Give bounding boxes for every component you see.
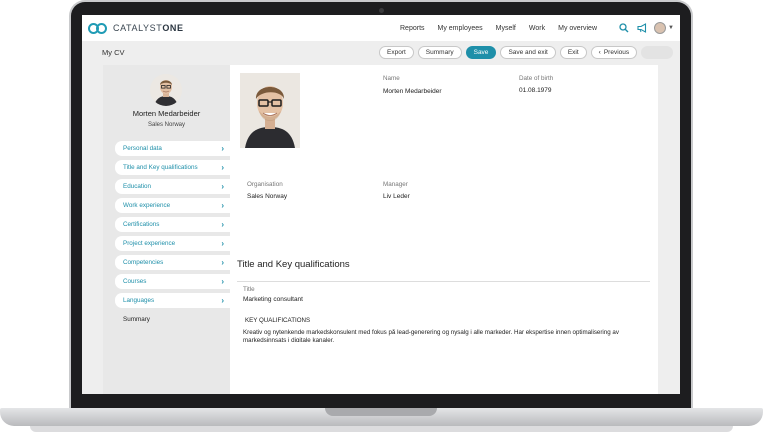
- nav-link-reports[interactable]: Reports: [400, 25, 425, 32]
- export-button[interactable]: Export: [379, 46, 414, 59]
- chevron-right-icon: ›: [221, 182, 224, 191]
- profile-name: Morten Medarbeider: [132, 109, 201, 118]
- chevron-down-icon[interactable]: ▼: [668, 25, 674, 31]
- logo-text: CATALYSTONE: [113, 23, 184, 33]
- name-label: Name: [383, 75, 400, 82]
- sidebar-item-certifications[interactable]: Certifications ›: [115, 217, 230, 232]
- name-value: Morten Medarbeider: [383, 88, 442, 95]
- cv-section-menu: Personal data › Title and Key qualificati…: [115, 141, 230, 331]
- sidebar-item-label: Certifications: [123, 221, 160, 228]
- sidebar-item-label: Courses: [123, 278, 147, 285]
- manager-label: Manager: [383, 181, 408, 188]
- sidebar-item-label: Project experience: [123, 240, 176, 247]
- chevron-right-icon: ›: [221, 296, 224, 305]
- sidebar-item-label: Competencies: [123, 259, 164, 266]
- chevron-right-icon: ›: [221, 201, 224, 210]
- dob-label: Date of birth: [519, 75, 554, 82]
- laptop-shadow: [30, 426, 733, 432]
- nav-link-my-overview[interactable]: My overview: [558, 25, 597, 32]
- sidebar-item-project-experience[interactable]: Project experience ›: [115, 236, 230, 251]
- chevron-right-icon: ›: [221, 258, 224, 267]
- megaphone-icon[interactable]: [636, 22, 648, 34]
- organisation-label: Organisation: [247, 181, 283, 188]
- chevron-right-icon: ›: [221, 144, 224, 153]
- top-navigation: CATALYSTONE Reports My employees Myself …: [82, 15, 680, 41]
- chevron-right-icon: ›: [221, 163, 224, 172]
- chevron-right-icon: ›: [221, 277, 224, 286]
- save-button[interactable]: Save: [465, 46, 497, 59]
- chevron-left-icon: ‹: [598, 49, 601, 56]
- sidebar-item-work-experience[interactable]: Work experience ›: [115, 198, 230, 213]
- manager-value: Liv Leder: [383, 193, 410, 200]
- logo-icon: [88, 22, 110, 34]
- sidebar-item-label: Work experience: [123, 202, 171, 209]
- next-button: [641, 46, 674, 59]
- sidebar-item-label: Personal data: [123, 145, 162, 152]
- previous-button[interactable]: ‹ Previous: [590, 46, 638, 59]
- sidebar-item-languages[interactable]: Languages ›: [115, 293, 230, 308]
- nav-link-work[interactable]: Work: [529, 25, 545, 32]
- toolbar: Export Summary Save Save and exit Exit ‹…: [379, 46, 677, 59]
- nav-link-my-employees[interactable]: My employees: [438, 25, 483, 32]
- app-screen: CATALYSTONE Reports My employees Myself …: [82, 15, 680, 394]
- sidebar-item-competencies[interactable]: Competencies ›: [115, 255, 230, 270]
- sidebar: Morten Medarbeider Sales Norway Personal…: [103, 65, 230, 394]
- save-and-exit-button[interactable]: Save and exit: [500, 46, 556, 59]
- search-icon[interactable]: [618, 22, 630, 34]
- profile-photo: [240, 73, 300, 148]
- exit-button[interactable]: Exit: [559, 46, 587, 59]
- cv-content: Name Morten Medarbeider Date of birth 01…: [230, 65, 658, 394]
- page-header: My CV Export Summary Save Save and exit …: [82, 41, 680, 65]
- sidebar-item-title-key-qualifications[interactable]: Title and Key qualifications ›: [115, 160, 230, 175]
- profile-department: Sales Norway: [147, 122, 185, 128]
- sidebar-item-courses[interactable]: Courses ›: [115, 274, 230, 289]
- key-qualifications-text: Kreativ og nytenkende markedskonsulent m…: [243, 329, 619, 342]
- sidebar-item-summary[interactable]: Summary: [115, 312, 230, 327]
- nav-link-myself[interactable]: Myself: [496, 25, 516, 32]
- title-value: Marketing consultant: [243, 296, 303, 303]
- sidebar-item-label: Summary: [123, 316, 150, 323]
- user-avatar[interactable]: [654, 22, 667, 34]
- camera-icon: [379, 8, 384, 13]
- section-title-key-qualifications: Title and Key qualifications: [237, 259, 350, 270]
- laptop-notch: [325, 408, 437, 416]
- nav-icons: ▼: [612, 15, 674, 41]
- chevron-right-icon: ›: [221, 239, 224, 248]
- section-divider: [237, 281, 650, 282]
- sidebar-item-label: Languages: [123, 297, 155, 304]
- main-nav: Reports My employees Myself Work My over…: [400, 15, 610, 41]
- sidebar-item-label: Education: [123, 183, 152, 190]
- dob-value: 01.08.1979: [519, 87, 552, 94]
- catalystone-logo[interactable]: CATALYSTONE: [88, 22, 184, 34]
- sidebar-item-education[interactable]: Education ›: [115, 179, 230, 194]
- summary-button[interactable]: Summary: [417, 46, 462, 59]
- title-label: Title: [243, 286, 255, 293]
- chevron-right-icon: ›: [221, 220, 224, 229]
- sidebar-item-label: Title and Key qualifications: [123, 164, 198, 171]
- page-title: My CV: [102, 48, 125, 57]
- sidebar-item-personal-data[interactable]: Personal data ›: [115, 141, 230, 156]
- organisation-value: Sales Norway: [247, 193, 288, 200]
- previous-label: Previous: [603, 49, 630, 56]
- profile-avatar: [150, 74, 182, 106]
- key-qualifications-label: KEY QUALIFICATIONS: [245, 317, 311, 324]
